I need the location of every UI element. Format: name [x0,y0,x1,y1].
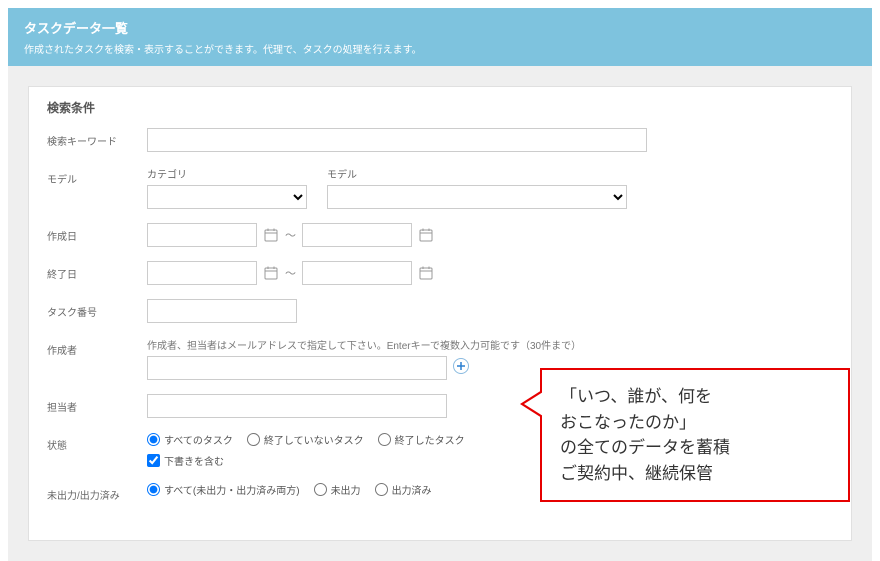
output-label: 未出力/出力済み [47,482,147,502]
status-radio-closed-input[interactable] [378,433,391,446]
finished-from-input[interactable] [147,261,257,285]
status-radio-open[interactable]: 終了していないタスク [247,432,364,447]
plus-icon[interactable] [453,358,469,374]
date-separator: 〜 [285,265,296,281]
output-radio-done[interactable]: 出力済み [375,482,432,497]
page-title: タスクデータ一覧 [24,18,856,37]
category-select[interactable] [147,185,307,209]
category-sublabel: カテゴリ [147,166,327,181]
creator-label: 作成者 [47,337,147,357]
annotation-line: の全てのデータを蓄積 [560,435,830,461]
calendar-icon[interactable] [418,265,434,281]
model-label: モデル [47,166,147,186]
status-label: 状態 [47,432,147,452]
task-number-input[interactable] [147,299,297,323]
created-to-input[interactable] [302,223,412,247]
page-header: タスクデータ一覧 作成されたタスクを検索・表示することができます。代理で、タスク… [8,8,872,66]
status-radio-open-input[interactable] [247,433,260,446]
creator-helper: 作成者、担当者はメールアドレスで指定して下さい。Enterキーで複数入力可能です… [147,337,833,352]
keyword-label: 検索キーワード [47,128,147,148]
calendar-icon[interactable] [263,227,279,243]
page-subtitle: 作成されたタスクを検索・表示することができます。代理で、タスクの処理を行えます。 [24,41,856,56]
status-radio-closed[interactable]: 終了したタスク [378,432,465,447]
output-radio-all[interactable]: すべて(未出力・出力済み両方) [147,482,300,497]
annotation-callout: 「いつ、誰が、何を おこなったのか」 の全てのデータを蓄積 ご契約中、継続保管 [540,368,850,502]
assignee-input[interactable] [147,394,447,418]
finished-to-input[interactable] [302,261,412,285]
assignee-label: 担当者 [47,394,147,414]
date-separator: 〜 [285,227,296,243]
include-draft-input[interactable] [147,454,160,467]
created-from-input[interactable] [147,223,257,247]
annotation-line: ご契約中、継続保管 [560,461,830,487]
panel-title: 検索条件 [47,99,833,116]
output-radio-not[interactable]: 未出力 [314,482,361,497]
output-radio-all-input[interactable] [147,483,160,496]
output-radio-done-input[interactable] [375,483,388,496]
calendar-icon[interactable] [263,265,279,281]
created-date-label: 作成日 [47,223,147,243]
task-number-label: タスク番号 [47,299,147,319]
calendar-icon[interactable] [418,227,434,243]
annotation-line: おこなったのか」 [560,410,830,436]
status-radio-all-input[interactable] [147,433,160,446]
status-radio-all[interactable]: すべてのタスク [147,432,233,447]
model-sublabel: モデル [327,166,357,181]
annotation-line: 「いつ、誰が、何を [560,384,830,410]
model-select[interactable] [327,185,627,209]
output-radio-not-input[interactable] [314,483,327,496]
creator-input[interactable] [147,356,447,380]
finished-date-label: 終了日 [47,261,147,281]
keyword-input[interactable] [147,128,647,152]
